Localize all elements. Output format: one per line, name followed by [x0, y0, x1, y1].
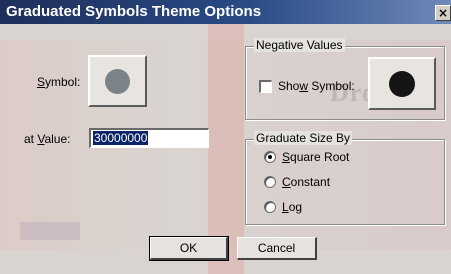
- label-square-root[interactable]: Square Root: [282, 150, 349, 164]
- radio-square-root[interactable]: [264, 151, 276, 163]
- symbol-button[interactable]: [88, 55, 147, 107]
- cancel-button[interactable]: Cancel: [237, 237, 317, 260]
- graduated-symbols-dialog: Graduated Symbols Theme Options × Symbol…: [0, 0, 451, 274]
- window-title: Graduated Symbols Theme Options: [6, 3, 262, 20]
- symbol-label: Symbol:: [37, 75, 81, 89]
- negative-values-title: Negative Values: [254, 38, 345, 52]
- close-icon: ×: [437, 6, 449, 20]
- negative-symbol-swatch: [389, 71, 415, 97]
- close-button[interactable]: ×: [435, 5, 451, 21]
- radio-selected-dot: [268, 155, 272, 159]
- label-constant[interactable]: Constant: [282, 175, 330, 189]
- radio-constant[interactable]: [264, 176, 276, 188]
- negative-symbol-button[interactable]: [368, 57, 436, 110]
- graduate-size-title: Graduate Size By: [254, 131, 353, 145]
- show-symbol-label[interactable]: Show Symbol:: [278, 79, 355, 93]
- ok-button[interactable]: OK: [149, 236, 229, 261]
- label-log[interactable]: Log: [282, 200, 302, 214]
- show-symbol-checkbox[interactable]: [259, 80, 272, 93]
- symbol-swatch: [105, 69, 130, 94]
- radio-log[interactable]: [264, 201, 276, 213]
- value-input-text: 30000000: [93, 131, 149, 145]
- value-label: at Value:: [24, 132, 71, 146]
- value-input[interactable]: 30000000: [89, 128, 209, 148]
- title-bar: Graduated Symbols Theme Options ×: [0, 0, 451, 24]
